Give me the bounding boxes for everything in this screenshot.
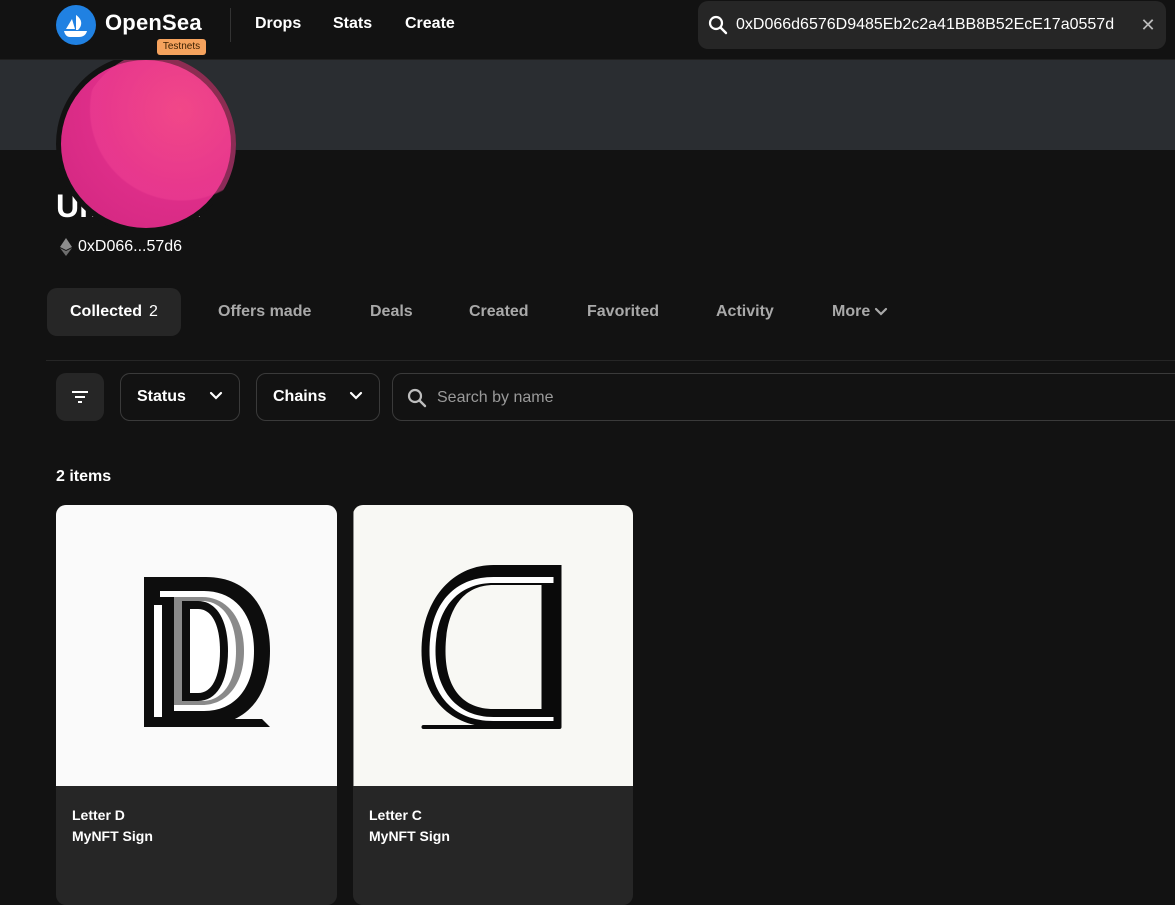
header-divider	[230, 8, 231, 42]
chevron-down-icon	[875, 307, 888, 316]
filter-icon	[72, 391, 88, 403]
global-search-bar: ✕	[698, 1, 1166, 49]
brand-name[interactable]: OpenSea	[105, 10, 202, 36]
nft-title: Letter D	[72, 807, 125, 823]
nft-image-letter-d	[56, 505, 337, 786]
status-label: Status	[137, 388, 186, 405]
chains-dropdown[interactable]: Chains	[256, 373, 380, 421]
nft-collection: MyNFT Sign	[72, 828, 153, 844]
tab-deals[interactable]: Deals	[347, 288, 436, 336]
nft-card[interactable]: Letter D MyNFT Sign	[56, 505, 337, 905]
chevron-down-icon	[209, 391, 223, 400]
search-by-name-input[interactable]	[437, 385, 1137, 411]
opensea-logo-icon[interactable]	[56, 5, 96, 45]
filter-toggle-button[interactable]	[56, 373, 104, 421]
global-search-input[interactable]	[736, 12, 1136, 38]
nft-collection: MyNFT Sign	[369, 828, 450, 844]
tab-more[interactable]: More	[809, 288, 911, 336]
search-icon	[708, 15, 728, 35]
search-by-name-bar	[392, 373, 1175, 421]
items-count: 2 items	[56, 468, 112, 485]
nft-image-letter-c	[353, 505, 633, 786]
nav-drops[interactable]: Drops	[255, 15, 301, 33]
tab-collected[interactable]: Collected 2	[47, 288, 181, 336]
tab-offers-made[interactable]: Offers made	[195, 288, 334, 336]
search-icon	[407, 388, 427, 408]
tab-activity[interactable]: Activity	[693, 288, 797, 336]
tabs-divider	[46, 360, 1175, 361]
ethereum-icon	[60, 238, 72, 256]
tab-label: Collected	[70, 303, 143, 320]
top-navigation-bar: OpenSea Testnets Drops Stats Create ✕	[0, 0, 1175, 60]
nav-stats[interactable]: Stats	[333, 15, 372, 33]
avatar	[56, 54, 236, 234]
nft-card[interactable]: Letter C MyNFT Sign	[353, 505, 633, 905]
chains-label: Chains	[273, 388, 327, 405]
tab-created[interactable]: Created	[446, 288, 552, 336]
nav-create[interactable]: Create	[405, 15, 455, 33]
tab-count: 2	[149, 303, 158, 320]
nft-title: Letter C	[369, 807, 422, 823]
tab-label: More	[832, 303, 871, 320]
wallet-address[interactable]: 0xD066...57d6	[78, 238, 182, 256]
tab-favorited[interactable]: Favorited	[564, 288, 682, 336]
clear-search-icon[interactable]: ✕	[1138, 13, 1158, 37]
profile-banner	[0, 54, 1175, 234]
testnets-badge: Testnets	[157, 39, 206, 55]
status-dropdown[interactable]: Status	[120, 373, 240, 421]
chevron-down-icon	[349, 391, 363, 400]
